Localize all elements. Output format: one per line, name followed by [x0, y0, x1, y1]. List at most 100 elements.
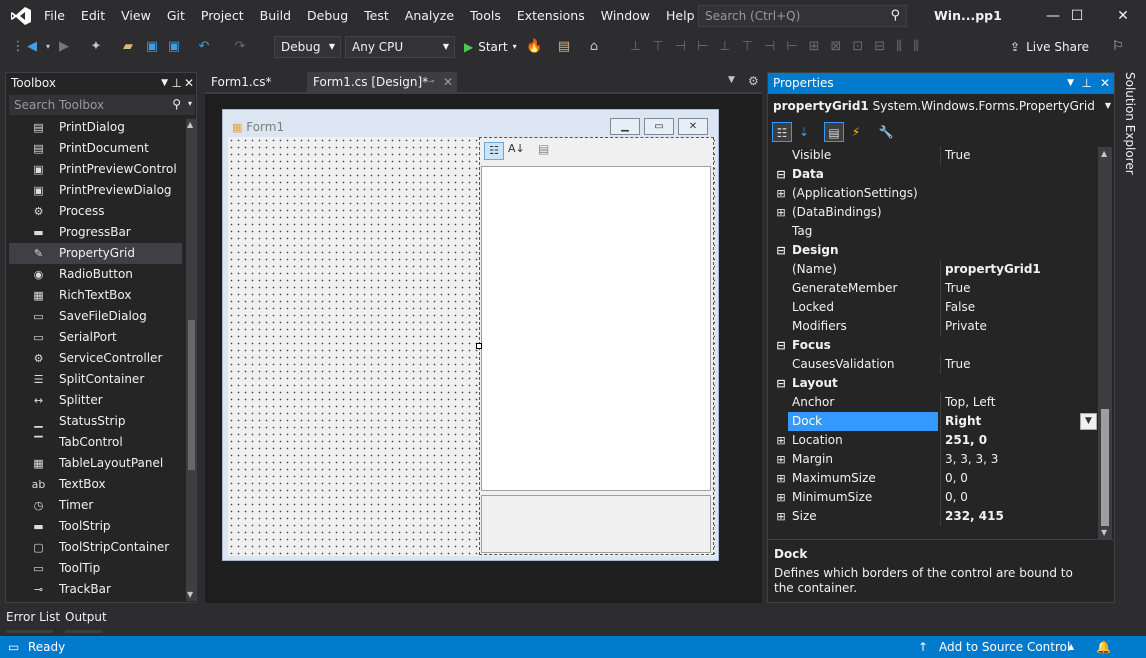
property-row[interactable]: Locked False [774, 298, 1097, 317]
collapse-icon[interactable]: ⊟ [774, 374, 788, 393]
chevron-down-icon[interactable]: ▼ [161, 73, 168, 94]
scroll-up-icon[interactable]: ▲ [1101, 149, 1107, 158]
menu-item-build[interactable]: Build [252, 0, 299, 32]
save-icon[interactable]: ▣ [144, 39, 160, 55]
events-icon[interactable]: ⚡ [846, 122, 866, 142]
property-row[interactable]: (Name) propertyGrid1 [774, 260, 1097, 279]
toolbox-item[interactable]: ▭ SerialPort [9, 327, 182, 348]
expand-icon[interactable]: ⊞ [774, 450, 788, 469]
chevron-down-icon[interactable]: ▼ [1067, 73, 1074, 94]
property-row[interactable]: Tag [774, 222, 1097, 241]
tab-error-list[interactable]: Error List [6, 610, 60, 624]
source-control-button[interactable]: Add to Source Control [939, 636, 1070, 658]
property-category[interactable]: ⊟ Layout [774, 374, 1097, 393]
property-row[interactable]: ⊞ (DataBindings) [774, 203, 1097, 222]
property-value[interactable]: 0, 0 [940, 469, 1097, 488]
property-row[interactable]: ⊞ MaximumSize 0, 0 [774, 469, 1097, 488]
tab-overflow-icon[interactable]: ▼ [728, 75, 735, 85]
platform-select[interactable]: Any CPU ▼ [345, 36, 455, 58]
collapse-icon[interactable]: ⊟ [774, 165, 788, 184]
solution-explorer-tab[interactable]: Solution Explorer [1120, 72, 1140, 192]
property-row[interactable]: ⊞ Margin 3, 3, 3, 3 [774, 450, 1097, 469]
property-row[interactable]: Modifiers Private [774, 317, 1097, 336]
toolbox-item[interactable]: ☰ SplitContainer [9, 369, 182, 390]
toolbox-item[interactable]: ⚙ ServiceController [9, 348, 182, 369]
property-category[interactable]: ⊟ Focus [774, 336, 1097, 355]
collapse-icon[interactable]: ⊟ [774, 241, 788, 260]
menu-item-tools[interactable]: Tools [462, 0, 509, 32]
properties-scroll-thumb[interactable] [1101, 409, 1109, 526]
property-row[interactable]: ⊞ MinimumSize 0, 0 [774, 488, 1097, 507]
dropdown-arrow-icon[interactable]: ▾ [40, 39, 56, 55]
undo-icon[interactable]: ↶ [196, 39, 212, 55]
toolbox-item[interactable]: ✎ PropertyGrid [9, 243, 182, 264]
expand-icon[interactable]: ⊞ [774, 203, 788, 222]
properties-icon[interactable]: ▤ [824, 122, 844, 142]
menu-item-extensions[interactable]: Extensions [509, 0, 593, 32]
menu-item-help[interactable]: Help [658, 0, 703, 32]
object-selector[interactable]: propertyGrid1 System.Windows.Forms.Prope… [773, 95, 1113, 117]
hot-reload-icon[interactable]: 🔥 [526, 39, 542, 55]
toolbox-item[interactable]: ▁ StatusStrip [9, 411, 182, 432]
property-row[interactable]: ⊞ (ApplicationSettings) [774, 184, 1097, 203]
menu-item-git[interactable]: Git [159, 0, 193, 32]
property-value[interactable]: True [940, 279, 1097, 298]
toolbox-item[interactable]: ▣ PrintPreviewDialog [9, 180, 182, 201]
toolbox-item[interactable]: ⊸ TrackBar [9, 579, 182, 600]
configuration-select[interactable]: Debug ▼ [274, 36, 341, 58]
toolbox-scroll-thumb[interactable] [188, 320, 195, 470]
toolbox-item[interactable]: ▭ SaveFileDialog [9, 306, 182, 327]
expand-icon[interactable]: ⊞ [774, 431, 788, 450]
expand-icon[interactable]: ⊞ [774, 507, 788, 526]
find-in-files-icon[interactable]: ▤ [556, 39, 572, 55]
toolbox-item[interactable]: ▦ RichTextBox [9, 285, 182, 306]
expand-icon[interactable]: ⊞ [774, 488, 788, 507]
toolbox-search-input[interactable]: Search Toolbox ⚲ ▾ [9, 95, 195, 115]
toolbox-item[interactable]: ▦ TableLayoutPanel [9, 453, 182, 474]
menu-item-window[interactable]: Window [593, 0, 658, 32]
visual-studio-logo-icon[interactable] [10, 6, 32, 26]
property-category[interactable]: ⊟ Data [774, 165, 1097, 184]
toolbox-item[interactable]: ▬ ProgressBar [9, 222, 182, 243]
expand-icon[interactable]: ⊞ [774, 184, 788, 203]
collapse-icon[interactable]: ⊟ [774, 336, 788, 355]
property-value[interactable]: Private [940, 317, 1097, 336]
property-row[interactable]: ⊞ Location 251, 0 [774, 431, 1097, 450]
scroll-up-icon[interactable]: ▲ [187, 120, 193, 129]
menu-item-view[interactable]: View [113, 0, 159, 32]
close-icon[interactable]: ✕ [1100, 73, 1110, 94]
toolbox-item[interactable]: ▤ PrintDocument [9, 138, 182, 159]
chevron-down-icon[interactable]: ▼ [1080, 413, 1097, 430]
tab-form1-cs[interactable]: Form1.cs* [205, 72, 305, 92]
property-value[interactable]: 3, 3, 3, 3 [940, 450, 1097, 469]
property-value[interactable]: True [940, 146, 1097, 165]
maximize-button[interactable]: ☐ [1054, 0, 1100, 32]
scroll-down-icon[interactable]: ▼ [1101, 528, 1107, 537]
browser-icon[interactable]: ⌂ [586, 39, 602, 55]
save-all-icon[interactable]: ▣ [166, 39, 182, 55]
forward-icon[interactable]: ▶ [56, 39, 72, 55]
resize-handle[interactable] [476, 343, 482, 349]
property-row[interactable]: Anchor Top, Left [774, 393, 1097, 412]
property-value[interactable]: 0, 0 [940, 488, 1097, 507]
back-icon[interactable]: ◀ [24, 39, 40, 55]
gear-icon[interactable]: ⚙ [748, 74, 759, 88]
property-value[interactable]: 232, 415 [940, 507, 1097, 526]
toolbox-item[interactable]: ◷ Timer [9, 495, 182, 516]
menu-item-project[interactable]: Project [193, 0, 252, 32]
toolbox-item[interactable]: ▔ TabControl [9, 432, 182, 453]
menu-item-edit[interactable]: Edit [73, 0, 113, 32]
toolbox-item[interactable]: ◉ RadioButton [9, 264, 182, 285]
toolbox-item[interactable]: ▤ PrintDialog [9, 117, 182, 138]
start-button[interactable]: ▶ Start ▾ [464, 39, 517, 55]
feedback-icon[interactable]: ⚐ [1110, 39, 1126, 55]
close-icon[interactable]: ✕ [443, 72, 453, 92]
search-input[interactable]: Search (Ctrl+Q) ⚲ [698, 5, 907, 27]
expand-icon[interactable]: ⊞ [774, 469, 788, 488]
alphabetical-icon[interactable]: ⇣ [794, 122, 814, 142]
menu-item-debug[interactable]: Debug [299, 0, 356, 32]
toolbox-item[interactable]: ↔ Splitter [9, 390, 182, 411]
toolbox-item[interactable]: ▣ PrintPreviewControl [9, 159, 182, 180]
close-button[interactable]: ✕ [1100, 0, 1146, 32]
pin-icon[interactable]: ⊥ [1082, 73, 1092, 94]
